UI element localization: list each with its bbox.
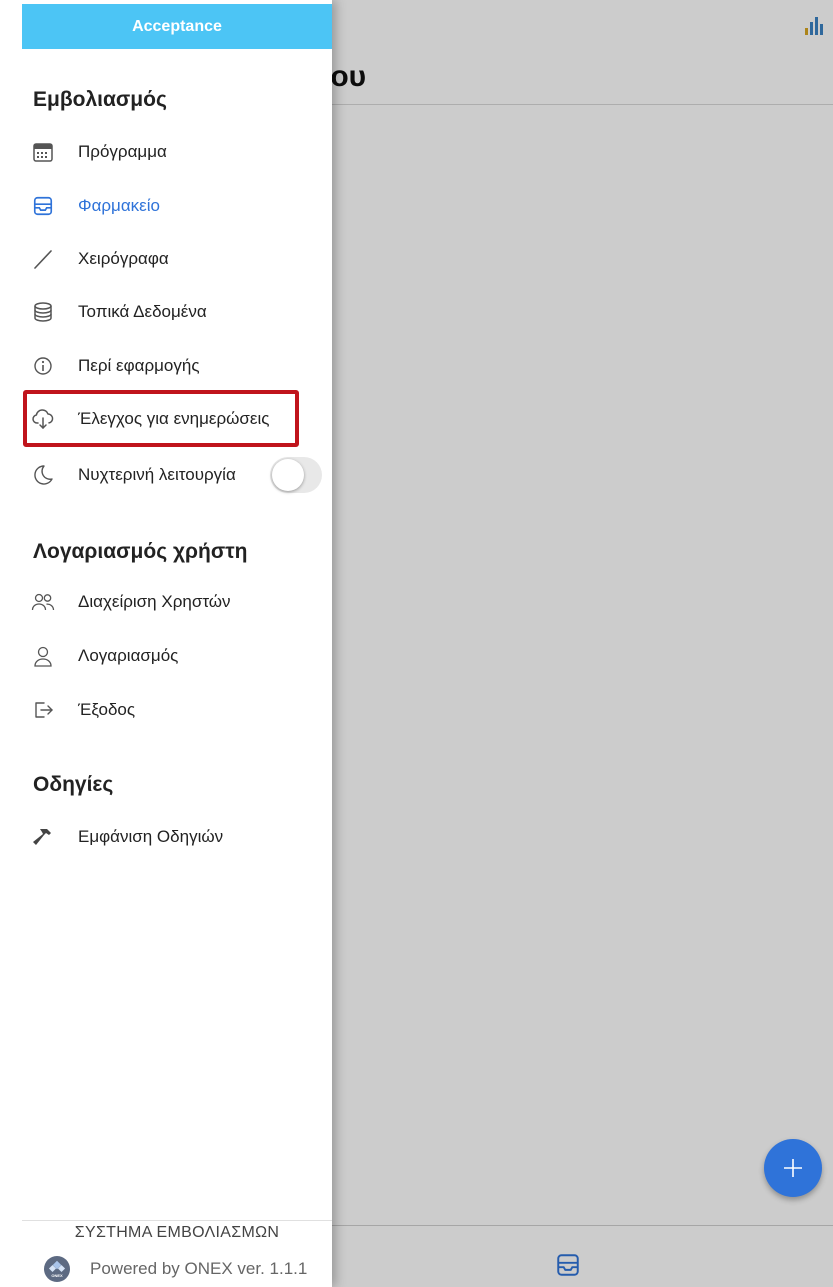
menu-item-about[interactable]: Περί εφαρμογής	[22, 344, 332, 388]
moon-icon	[30, 462, 56, 488]
menu-item-schedule[interactable]: Πρόγραμμα	[22, 130, 332, 174]
menu-item-label: Πρόγραμμα	[78, 142, 167, 161]
footer-divider	[22, 1220, 332, 1221]
menu-item-label: Διαχείριση Χρηστών	[78, 592, 231, 611]
menu-item-user-management[interactable]: Διαχείριση Χρηστών	[22, 580, 332, 624]
menu-item-drafts[interactable]: Χειρόγραφα	[22, 237, 332, 281]
navigation-drawer: Acceptance Εμβολιασμός Πρόγραμμα Φαρμακε…	[0, 0, 332, 1287]
menu-item-local-data[interactable]: Τοπικά Δεδομένα	[22, 290, 332, 334]
pencil-icon	[30, 246, 56, 272]
menu-item-label: Έξοδος	[78, 700, 136, 719]
menu-item-label: Τοπικά Δεδομένα	[78, 302, 207, 321]
inbox-icon	[30, 193, 56, 219]
plus-icon	[784, 1159, 802, 1177]
environment-banner: Acceptance	[22, 4, 332, 49]
add-fab-button[interactable]	[764, 1139, 822, 1197]
calendar-icon	[30, 139, 56, 165]
section-title-guides: Οδηγίες	[33, 773, 114, 796]
system-name: ΣΥΣΤΗΜΑ ΕΜΒΟΛΙΑΣΜΩΝ	[74, 1224, 280, 1241]
logout-icon	[30, 697, 56, 723]
info-icon	[30, 353, 56, 379]
section-title-vaccination: Εμβολιασμός	[33, 88, 167, 111]
menu-item-show-guides[interactable]: Εμφάνιση Οδηγιών	[22, 815, 332, 859]
menu-item-account[interactable]: Λογαριασμός	[22, 634, 332, 678]
menu-item-logout[interactable]: Έξοδος	[22, 688, 332, 732]
hammer-icon	[30, 824, 56, 850]
svg-text:ONEX: ONEX	[51, 1273, 63, 1278]
menu-item-pharmacy[interactable]: Φαρμακείο	[22, 184, 332, 228]
database-icon	[30, 299, 56, 325]
users-icon	[30, 589, 56, 615]
powered-by: ONEX Powered by ONEX ver. 1.1.1	[44, 1256, 307, 1282]
highlight-box	[23, 390, 299, 447]
night-mode-toggle[interactable]	[270, 457, 322, 493]
menu-item-label: Εμφάνιση Οδηγιών	[78, 827, 224, 846]
menu-item-label: Χειρόγραφα	[78, 249, 169, 268]
menu-item-label: Φαρμακείο	[78, 196, 160, 215]
user-icon	[30, 643, 56, 669]
toggle-knob	[272, 459, 304, 491]
onex-logo: ONEX	[44, 1256, 70, 1282]
menu-item-label: Νυχτερινή λειτουργία	[78, 465, 236, 484]
powered-by-text: Powered by ONEX ver. 1.1.1	[90, 1259, 308, 1278]
section-title-account: Λογαριασμός χρήστη	[33, 540, 248, 563]
menu-item-label: Περί εφαρμογής	[78, 356, 200, 375]
menu-item-label: Λογαριασμός	[78, 646, 179, 665]
